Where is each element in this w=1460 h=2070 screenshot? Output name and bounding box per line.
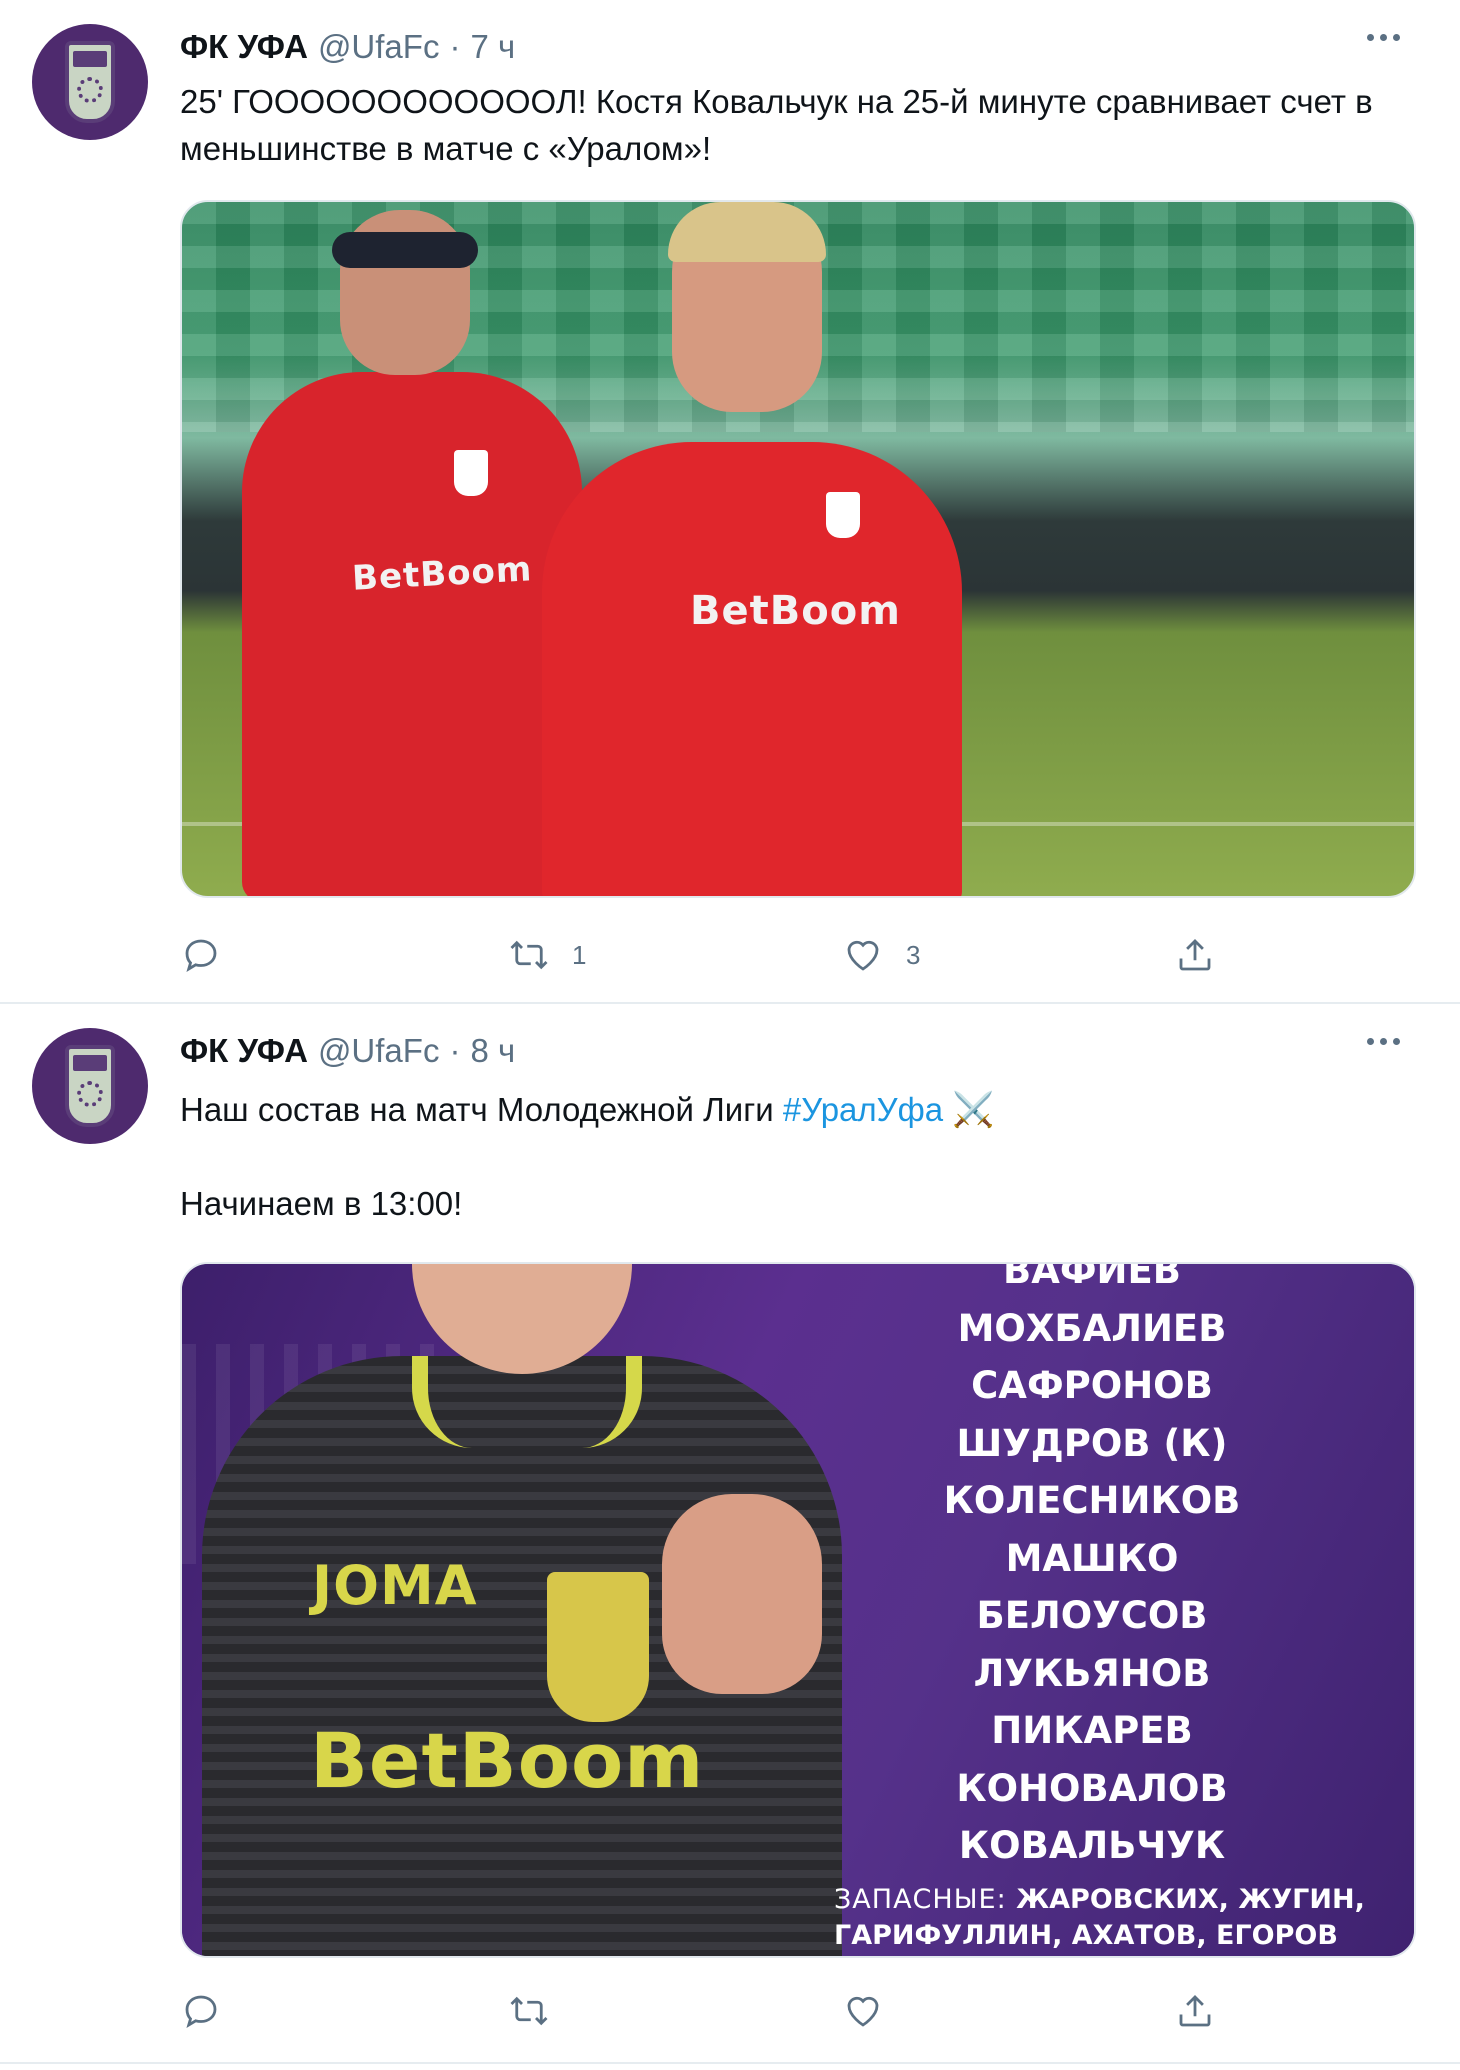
like-button[interactable] xyxy=(842,1990,906,2032)
share-button[interactable] xyxy=(1174,1990,1216,2032)
shirt-collar xyxy=(412,1356,642,1448)
timestamp[interactable]: 7 ч xyxy=(470,28,515,66)
avatar[interactable] xyxy=(32,24,148,140)
avatar[interactable] xyxy=(32,1028,148,1144)
substitutes: ЗАПАСНЫЕ: ЖАРОВСКИХ, ЖУГИН, ГАРИФУЛЛИН, … xyxy=(834,1882,1404,1954)
author-name[interactable]: ФК УФА xyxy=(180,1032,308,1070)
lineup-player: МАШКО xyxy=(1005,1536,1179,1580)
more-horizontal-icon[interactable] xyxy=(1367,1038,1400,1045)
author-handle[interactable]: @UfaFc xyxy=(318,1032,440,1070)
kit-brand: ЈОМА xyxy=(312,1554,478,1617)
crossed-swords-icon: ⚔️ xyxy=(952,1091,995,1129)
kit-crest xyxy=(547,1572,649,1722)
reply-icon xyxy=(185,1995,217,2029)
hashtag-link[interactable]: #УралУфа xyxy=(783,1091,943,1128)
player-fist xyxy=(662,1494,822,1694)
headband xyxy=(332,232,478,268)
timestamp[interactable]: 8 ч xyxy=(470,1032,515,1070)
lineup-list: ВАФИЕВ МОХБАЛИЕВ САФРОНОВ ШУДРОВ (К) КОЛ… xyxy=(902,1264,1282,1875)
tweet[interactable]: ФК УФА @UfaFc · 8 ч Наш состав на матч М… xyxy=(0,1004,1460,2064)
share-icon xyxy=(1179,1995,1211,2027)
player-right-body xyxy=(542,442,962,896)
share-icon xyxy=(1179,939,1211,971)
lineup-player: САФРОНОВ xyxy=(971,1364,1213,1407)
like-count: 3 xyxy=(906,939,921,970)
author-handle[interactable]: @UfaFc xyxy=(318,28,440,66)
heart-icon xyxy=(847,940,879,971)
club-crest-icon xyxy=(65,1045,115,1127)
tweet[interactable]: ФК УФА @UfaFc · 7 ч 25' ГООООООООООООЛ! … xyxy=(0,0,1460,1004)
reply-button[interactable] xyxy=(180,934,244,976)
separator: · xyxy=(449,28,461,65)
substitutes-line: ЖАРОВСКИХ, ЖУГИН, xyxy=(1016,1884,1365,1915)
tweet-actions xyxy=(180,1986,1416,2036)
tweet-actions: 1 3 xyxy=(180,930,1416,980)
more-horizontal-icon[interactable] xyxy=(1367,34,1400,41)
reply-button[interactable] xyxy=(180,1990,244,2032)
tweet-feed: ФК УФА @UfaFc · 7 ч 25' ГООООООООООООЛ! … xyxy=(0,0,1460,2070)
heart-icon xyxy=(847,1996,879,2027)
reply-icon xyxy=(185,939,217,973)
lineup-player: КОНОВАЛОВ xyxy=(956,1766,1228,1810)
lineup-player: ЛУКЬЯНОВ xyxy=(973,1651,1211,1695)
lineup-player: МОХБАЛИЕВ xyxy=(957,1306,1227,1350)
share-button[interactable] xyxy=(1174,934,1216,976)
tweet-text: Наш состав на матч Молодежной Лиги #Урал… xyxy=(180,1086,1420,1134)
lineup-player: БЕЛОУСОВ xyxy=(976,1594,1208,1637)
retweet-button[interactable] xyxy=(508,1990,572,2032)
tweet-header: ФК УФА @UfaFc · 7 ч xyxy=(180,28,515,68)
retweet-icon xyxy=(510,1996,548,2026)
like-button[interactable]: 3 xyxy=(842,934,920,976)
tweet-text-line-1: Наш состав на матч Молодежной Лиги xyxy=(180,1091,783,1128)
retweet-button[interactable]: 1 xyxy=(508,934,586,976)
tweet-header: ФК УФА @UfaFc · 8 ч xyxy=(180,1032,515,1072)
tweet-photo[interactable]: BetBoom BetBoom xyxy=(180,200,1416,898)
lineup-player: КОВАЛЬЧУК xyxy=(958,1824,1226,1867)
kit-crest xyxy=(454,450,488,496)
author-name[interactable]: ФК УФА xyxy=(180,28,308,66)
player-right-hair xyxy=(668,202,826,262)
player-left-body xyxy=(242,372,582,896)
lineup-player: ШУДРОВ (К) xyxy=(956,1421,1228,1465)
tweet-photo[interactable]: ЈОМА BetBoom ВАФИЕВ МОХБАЛИЕВ САФРОНОВ Ш… xyxy=(180,1262,1416,1958)
lineup-player: ВАФИЕВ xyxy=(1003,1262,1181,1292)
shirt-sponsor: BetBoom xyxy=(690,588,901,634)
kit-crest xyxy=(826,492,860,538)
tweet-text-line-2: Начинаем в 13:00! xyxy=(180,1185,463,1222)
lineup-player: КОЛЕСНИКОВ xyxy=(943,1479,1241,1522)
substitutes-line: ГАРИФУЛЛИН, АХАТОВ, ЕГОРОВ xyxy=(834,1920,1338,1951)
retweet-count: 1 xyxy=(572,939,587,970)
tweet-text: 25' ГООООООООООООЛ! Костя Ковальчук на 2… xyxy=(180,83,1373,167)
shirt-sponsor: BetBoom xyxy=(310,1716,705,1805)
retweet-icon xyxy=(510,940,548,970)
separator: · xyxy=(449,1032,461,1069)
club-crest-icon xyxy=(65,41,115,123)
lineup-player: ПИКАРЕВ xyxy=(991,1709,1193,1752)
substitutes-label: ЗАПАСНЫЕ: xyxy=(834,1884,1007,1915)
